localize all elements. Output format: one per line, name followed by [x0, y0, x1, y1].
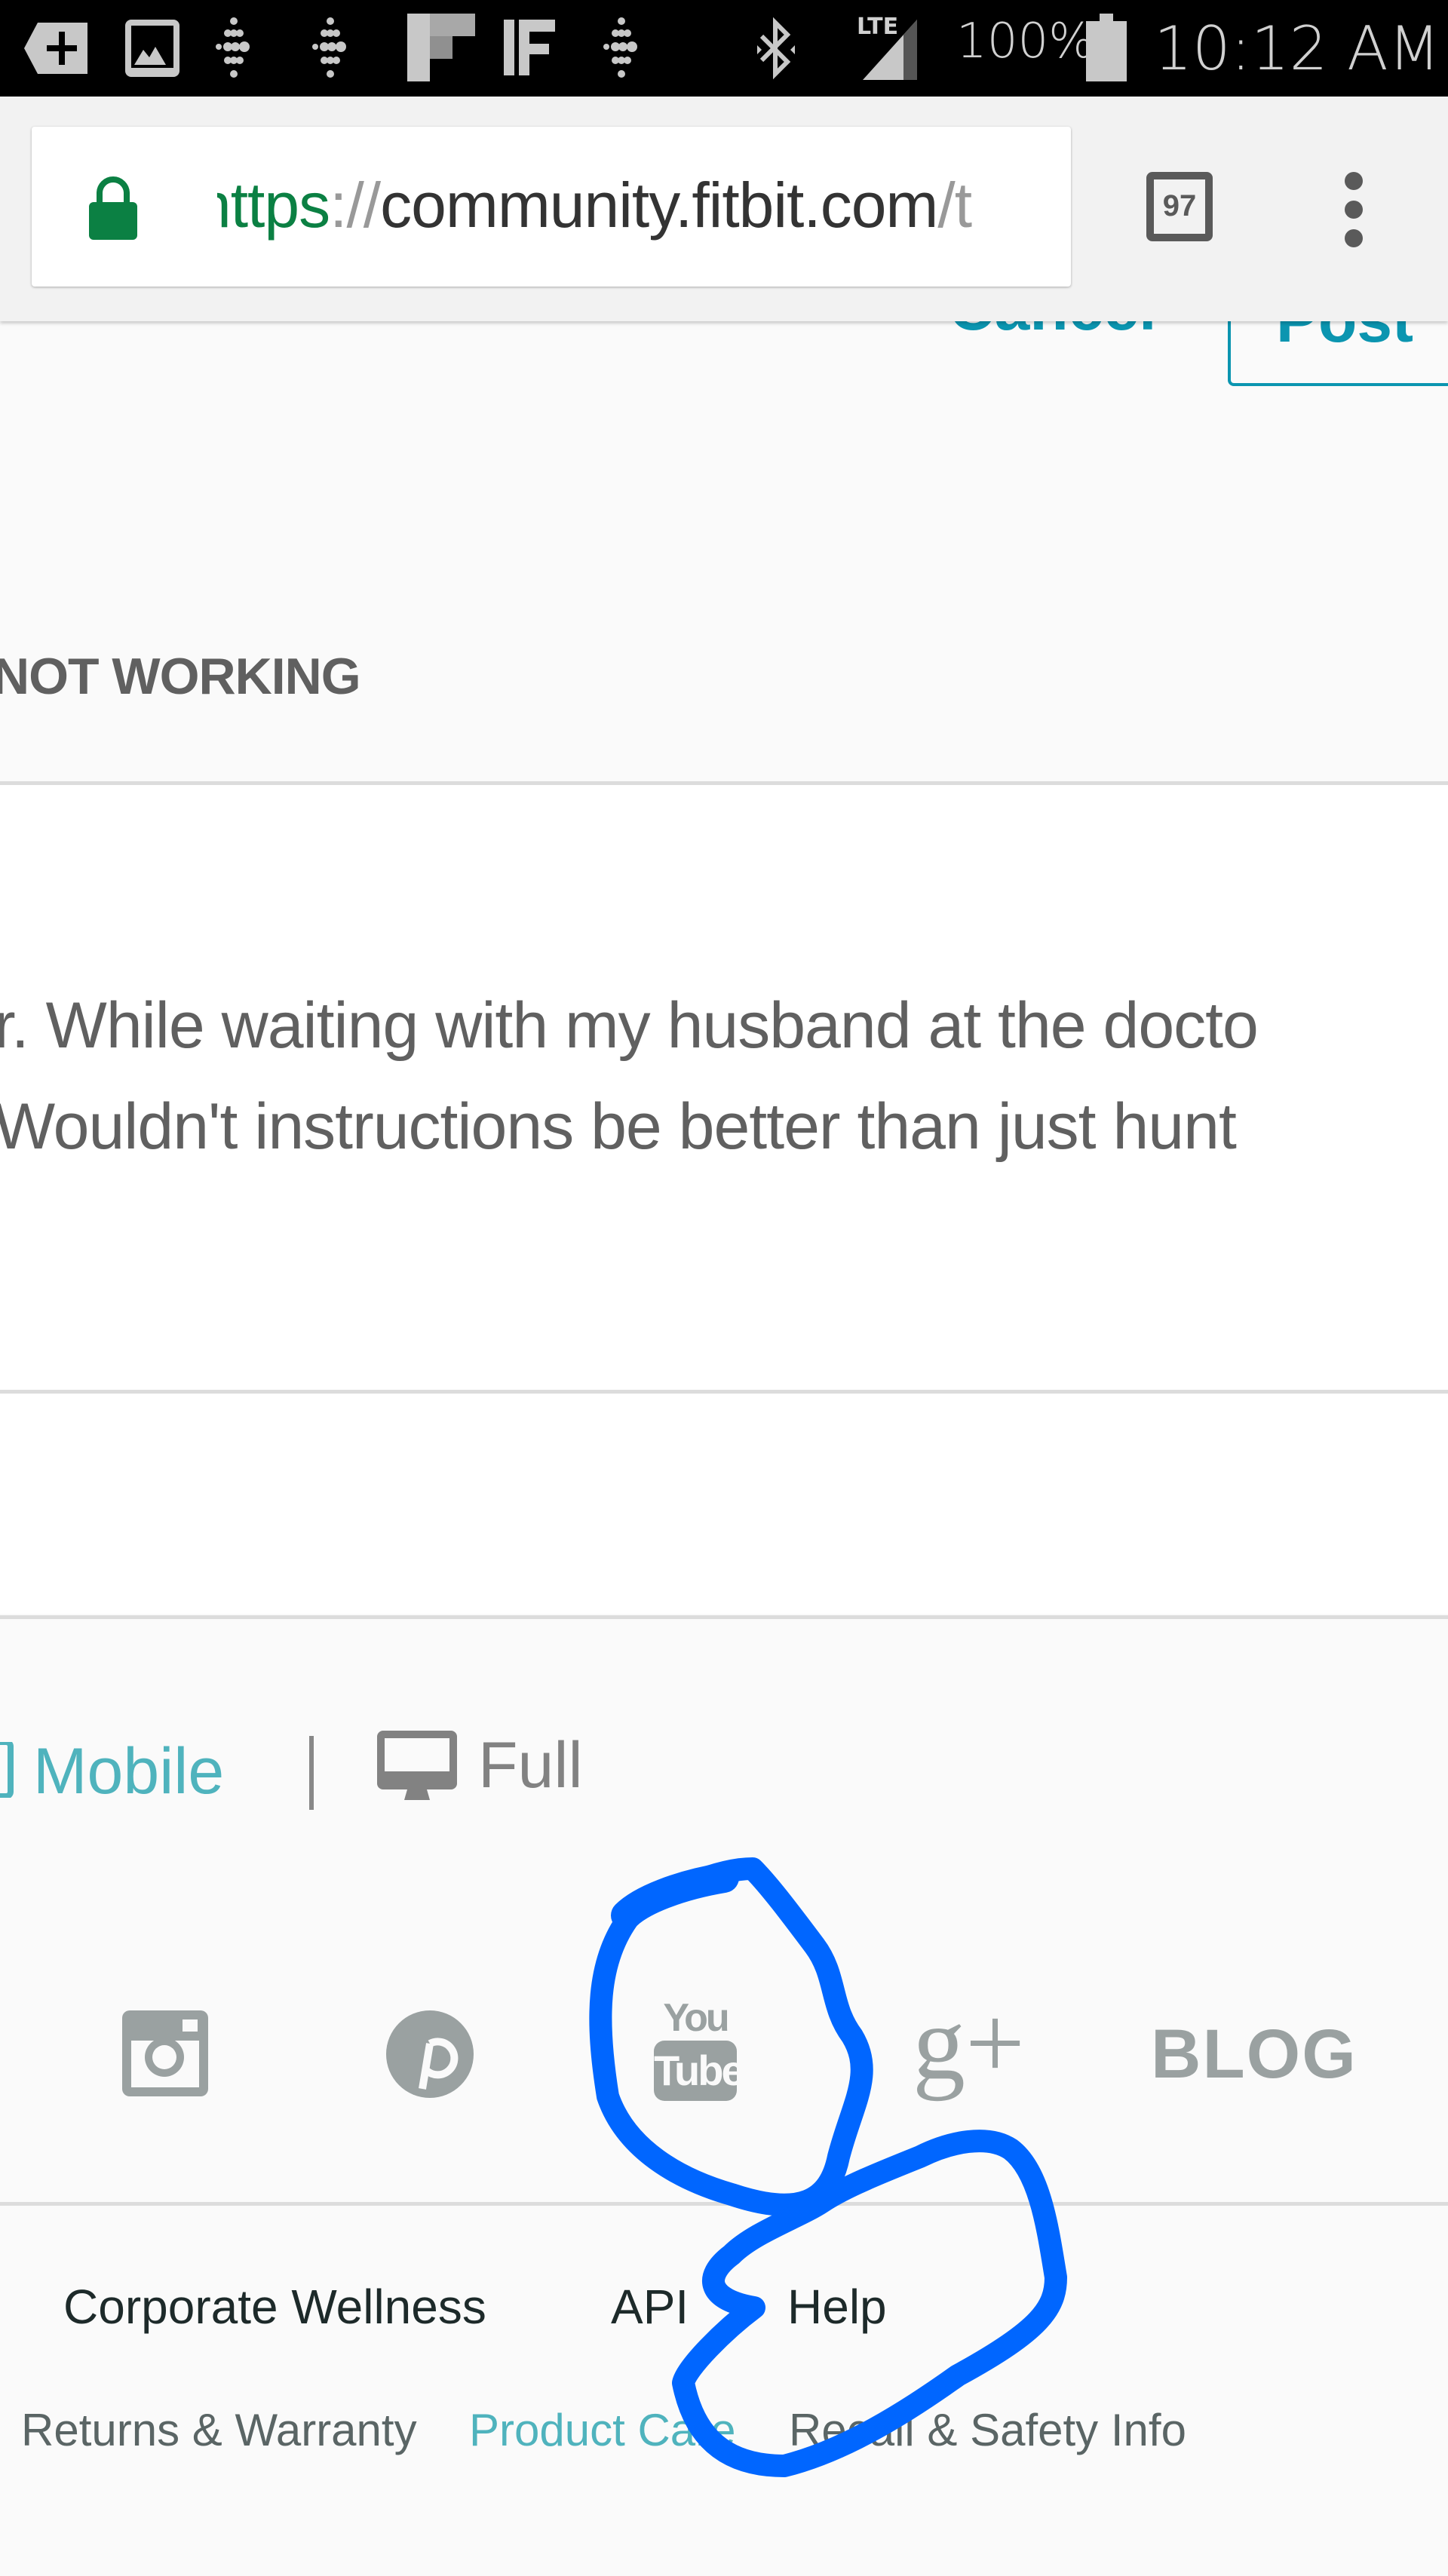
footer-link-api[interactable]: API	[611, 2279, 689, 2335]
overflow-menu-button[interactable]	[1342, 172, 1365, 247]
google-plus-icon[interactable]: g+	[913, 1991, 1025, 2096]
footer-link-returns-warranty[interactable]: Returns & Warranty	[21, 2404, 417, 2456]
fitbit-icon	[216, 17, 250, 78]
fitbit-icon	[312, 17, 346, 78]
post-body-line: r. While waiting with my husband at the …	[0, 989, 1259, 1062]
gallery-icon	[125, 20, 179, 77]
post-body: r. While waiting with my husband at the …	[0, 785, 1448, 1390]
battery-icon	[1086, 14, 1127, 81]
youtube-icon[interactable]: You Tube	[650, 1998, 745, 2101]
view-mobile-label: Mobile	[32, 1735, 225, 1808]
thread-subject: NOT WORKING	[0, 648, 361, 705]
url-bar[interactable]: https://community.fitbit.com/t	[32, 127, 1071, 287]
signal-icon	[863, 20, 917, 80]
footer-link-recall-safety[interactable]: Recall & Safety Info	[789, 2404, 1186, 2456]
browser-toolbar: https://community.fitbit.com/t 97	[0, 97, 1448, 321]
desktop-icon	[377, 1730, 457, 1800]
divider	[0, 1615, 1448, 1619]
url-separator: ://	[330, 170, 381, 241]
url-host: community.fitbit.com	[380, 170, 938, 241]
pinterest-icon[interactable]	[385, 2006, 475, 2099]
lock-icon	[89, 176, 137, 240]
url-path: /t	[937, 170, 972, 241]
view-full-label: Full	[478, 1729, 583, 1802]
view-mobile-link[interactable]: Mobile	[0, 1734, 224, 1809]
battery-percent: 100%	[956, 14, 1094, 69]
url-scheme: https	[217, 170, 330, 241]
add-tab-icon	[24, 23, 87, 74]
url-text[interactable]: https://community.fitbit.com/t	[217, 169, 1062, 242]
footer-link-product-care[interactable]: Product Care	[469, 2404, 736, 2456]
flipboard-icon	[407, 14, 475, 81]
post-footer-area	[0, 1394, 1448, 1614]
fitbit-icon	[603, 17, 637, 78]
status-bar: LTE 100% 10:12 AM	[0, 0, 1448, 97]
footer-link-corporate-wellness[interactable]: Corporate Wellness	[63, 2279, 486, 2335]
view-full-link[interactable]: Full	[377, 1728, 583, 1803]
blog-link[interactable]: BLOG	[1151, 2015, 1358, 2094]
post-body-line: Wouldn't instructions be better than jus…	[0, 1090, 1237, 1163]
clock: 10:12 AM	[1154, 14, 1440, 84]
instagram-icon[interactable]	[121, 2006, 211, 2096]
divider	[0, 2202, 1448, 2206]
tab-switcher-button[interactable]: 97	[1146, 172, 1213, 241]
view-separator	[309, 1736, 314, 1810]
bluetooth-icon	[757, 17, 795, 80]
ifttt-icon	[504, 20, 555, 75]
footer-link-help[interactable]: Help	[787, 2279, 887, 2335]
mobile-icon	[0, 1739, 14, 1799]
